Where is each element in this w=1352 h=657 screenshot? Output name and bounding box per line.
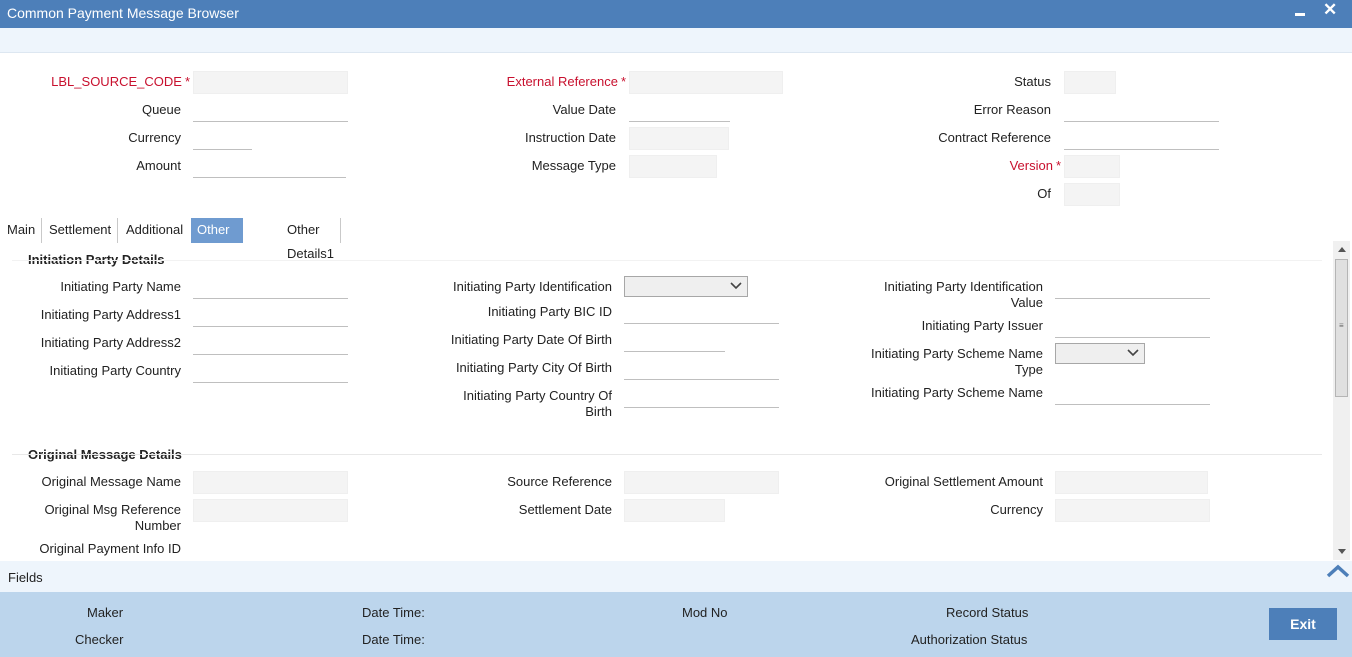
tab-settlement[interactable]: Settlement: [43, 218, 119, 243]
initiating-party-city-of-birth-label: Initiating Party City Of Birth: [455, 360, 612, 375]
external-reference-field[interactable]: [629, 71, 783, 94]
original-msg-reference-label: Original Msg Reference Number: [44, 502, 181, 533]
source-code-field[interactable]: [193, 71, 348, 94]
message-type-field[interactable]: [629, 155, 717, 178]
fields-label[interactable]: Fields: [8, 570, 43, 585]
section-divider: [12, 260, 1322, 261]
currency-field[interactable]: [193, 127, 252, 150]
minimize-button[interactable]: [1295, 13, 1305, 16]
initiating-party-country-label: Initiating Party Country: [49, 363, 181, 378]
version-label: Version *: [1009, 158, 1061, 173]
tab-main[interactable]: Main: [1, 218, 43, 243]
source-reference-field[interactable]: [624, 471, 779, 494]
scrollbar-thumb[interactable]: ≡: [1335, 259, 1348, 397]
title-bar: Common Payment Message Browser ✕: [0, 0, 1352, 28]
of-label: Of: [1037, 186, 1051, 201]
status-label: Status: [1014, 74, 1051, 89]
mod-no-label: Mod No: [682, 605, 728, 620]
value-date-label: Value Date: [552, 102, 616, 117]
message-type-label: Message Type: [531, 158, 616, 173]
version-field[interactable]: [1064, 155, 1120, 178]
close-button[interactable]: ✕: [1323, 0, 1337, 20]
contract-reference-label: Contract Reference: [938, 130, 1051, 145]
original-msg-reference-field[interactable]: [193, 499, 348, 522]
initiating-party-issuer-label: Initiating Party Issuer: [921, 318, 1043, 333]
original-settlement-amount-field[interactable]: [1055, 471, 1208, 494]
tab-other-details[interactable]: Other Details: [191, 218, 243, 261]
of-field[interactable]: [1064, 183, 1120, 206]
scroll-down-arrow-icon[interactable]: [1338, 549, 1346, 554]
currency-label: Currency: [128, 130, 181, 145]
error-reason-label: Error Reason: [973, 102, 1051, 117]
initiating-party-name-field[interactable]: [193, 276, 348, 299]
amount-label: Amount: [136, 158, 181, 173]
maker-date-time-label: Date Time:: [362, 605, 425, 620]
status-field[interactable]: [1064, 71, 1116, 94]
vertical-scrollbar[interactable]: ≡: [1333, 241, 1350, 560]
scroll-up-arrow-icon[interactable]: [1338, 247, 1346, 252]
original-settlement-amount-label: Original Settlement Amount: [884, 474, 1043, 489]
initiating-party-address1-label: Initiating Party Address1: [40, 307, 181, 322]
section-divider: [12, 454, 1322, 455]
chevron-up-icon[interactable]: [1326, 563, 1350, 579]
queue-label: Queue: [141, 102, 181, 117]
amount-field[interactable]: [193, 155, 346, 178]
initiating-party-scheme-name-field[interactable]: [1055, 382, 1210, 405]
initiating-party-scheme-name-label: Initiating Party Scheme Name: [871, 385, 1043, 400]
initiating-party-identification-label: Initiating Party Identification: [453, 279, 612, 294]
initiating-party-scheme-name-type-select[interactable]: [1055, 343, 1145, 364]
original-currency-field[interactable]: [1055, 499, 1210, 522]
record-status-label: Record Status: [946, 605, 1029, 620]
initiating-party-dob-label: Initiating Party Date Of Birth: [450, 332, 612, 347]
tab-other-details1[interactable]: Other Details1: [281, 218, 341, 261]
checker-date-time-label: Date Time:: [362, 632, 425, 647]
initiating-party-address1-field[interactable]: [193, 304, 348, 327]
initiating-party-country-field[interactable]: [193, 360, 348, 383]
initiating-party-dob-field[interactable]: [624, 329, 725, 352]
instruction-date-label: Instruction Date: [524, 130, 616, 145]
initiating-party-name-label: Initiating Party Name: [60, 279, 181, 294]
source-reference-label: Source Reference: [507, 474, 612, 489]
queue-field[interactable]: [193, 99, 348, 122]
initiating-party-country-of-birth-label: Initiating Party Country Of Birth: [463, 388, 612, 419]
source-code-label: LBL_SOURCE_CODE *: [51, 74, 190, 89]
instruction-date-field[interactable]: [629, 127, 729, 150]
initiating-party-bic-field[interactable]: [624, 301, 779, 324]
error-reason-field[interactable]: [1064, 99, 1219, 122]
initiating-party-address2-field[interactable]: [193, 332, 348, 355]
initiating-party-scheme-name-type-label: Initiating Party Scheme Name Type: [871, 346, 1043, 377]
original-currency-label: Currency: [990, 502, 1043, 517]
initiating-party-identification-value-label: Initiating Party Identification Value: [884, 279, 1043, 310]
tab-additional[interactable]: Additional: [120, 218, 189, 243]
authorization-status-label: Authorization Status: [911, 632, 1028, 647]
initiating-party-country-of-birth-field[interactable]: [624, 385, 779, 408]
value-date-field[interactable]: [629, 99, 730, 122]
chevron-down-icon: [730, 282, 742, 290]
settlement-date-field[interactable]: [624, 499, 725, 522]
window-title: Common Payment Message Browser: [7, 5, 239, 21]
initiating-party-issuer-field[interactable]: [1055, 315, 1210, 338]
original-message-name-field[interactable]: [193, 471, 348, 494]
original-payment-info-label: Original Payment Info ID: [39, 541, 181, 556]
initiating-party-identification-value-field[interactable]: [1055, 276, 1210, 299]
toolbar-strip: [0, 28, 1352, 53]
maker-label: Maker: [87, 605, 124, 620]
settlement-date-label: Settlement Date: [518, 502, 612, 517]
chevron-down-icon: [1127, 349, 1139, 357]
initiating-party-address2-label: Initiating Party Address2: [40, 335, 181, 350]
audit-footer: Maker Checker Date Time: Date Time: Mod …: [0, 592, 1352, 657]
initiating-party-bic-label: Initiating Party BIC ID: [487, 304, 612, 319]
fields-bar: Fields: [0, 561, 1352, 592]
external-reference-label: External Reference *: [506, 74, 626, 89]
initiating-party-identification-select[interactable]: [624, 276, 748, 297]
initiating-party-city-of-birth-field[interactable]: [624, 357, 779, 380]
grip-icon: ≡: [1339, 321, 1344, 330]
contract-reference-field[interactable]: [1064, 127, 1219, 150]
exit-button[interactable]: Exit: [1269, 608, 1337, 640]
original-message-name-label: Original Message Name: [41, 474, 181, 489]
checker-label: Checker: [75, 632, 124, 647]
